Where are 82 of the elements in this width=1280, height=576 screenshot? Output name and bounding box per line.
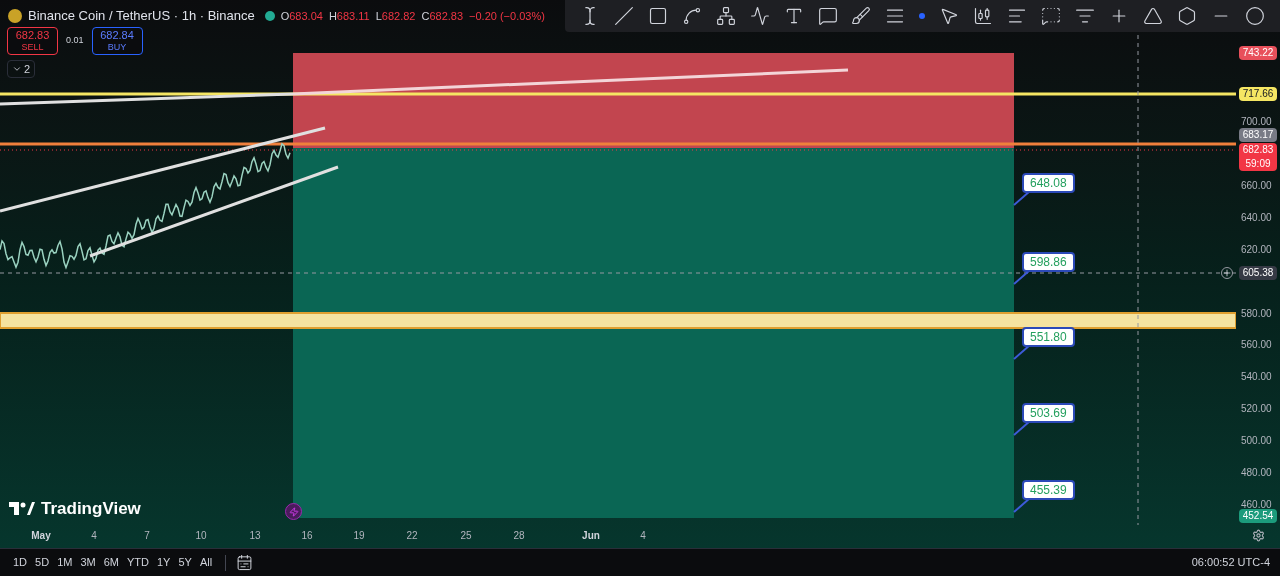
spread-value: 0.01 [66,34,84,48]
leader-line [1013,269,1031,285]
price-badge: 717.66 [1239,87,1277,101]
range-button[interactable]: All [196,554,216,571]
leader-line [1013,497,1031,513]
time-tick: 22 [405,529,419,543]
ohlc-label: L [375,8,382,24]
ohlc-label: C [421,8,430,24]
time-tick: 28 [512,529,526,543]
coin-logo-icon [8,8,22,23]
line-icon[interactable] [613,6,634,26]
date-range-icon[interactable] [236,554,254,571]
collapse-button[interactable]: 2 [7,60,36,78]
candlestick-icon[interactable] [973,6,994,26]
price-change: −0.20 (−0.03%) [469,8,545,24]
sell-button[interactable]: 682.83 SELL [7,27,58,55]
time-tick: 4 [90,529,98,543]
price-tick: 620.00 [1241,242,1272,257]
curve-icon[interactable] [681,6,702,26]
price-tick: 640.00 [1241,210,1272,225]
leader-line [1013,420,1031,436]
price-callout: 648.08 [1022,173,1075,193]
callout-icon[interactable] [1041,6,1062,26]
cursor-icon[interactable] [939,6,960,26]
time-tick: 7 [143,529,151,543]
price-callout: 551.80 [1022,327,1075,347]
price-badge: 452.54 [1239,509,1277,523]
time-tick: Jun [581,529,601,543]
price-tick: 480.00 [1241,466,1272,481]
time-tick: May [31,529,51,543]
price-tick: 560.00 [1241,338,1272,353]
price-tick: 540.00 [1241,370,1272,385]
hexagon-icon[interactable] [1176,6,1197,26]
price-badge: 605.38 [1239,266,1277,280]
price-callout: 598.86 [1022,252,1075,272]
ohlc-value: 682.82 [381,8,416,24]
logo-mark-icon [9,502,35,516]
leader-line [1013,190,1031,206]
buy-button[interactable]: 682.84 BUY [91,27,143,55]
price-tick: 580.00 [1241,306,1272,321]
ohlc-label: H [328,8,337,24]
range-button[interactable]: 5Y [175,554,195,571]
price-badge: 683.17 [1239,128,1277,142]
price-badge: 682.83 59:09 [1239,143,1277,171]
clock[interactable]: 06:00:52 UTC-4 [1191,554,1270,571]
add-alert-icon[interactable] [1221,267,1233,279]
price-tick: 520.00 [1241,402,1272,417]
range-button[interactable]: YTD [123,554,152,571]
ohlc-value: 683.04 [289,8,323,24]
time-tick: 4 [639,529,647,543]
price-tick: 660.00 [1241,178,1272,193]
time-tick: 25 [459,529,473,543]
time-tick: 19 [352,529,366,543]
chevron-down-icon [12,64,22,74]
price-callout: 503.69 [1022,403,1075,423]
wave-icon[interactable] [749,6,770,26]
time-tick: 16 [300,529,314,543]
ohlc-label: O [280,8,290,24]
range-button[interactable]: 5D [32,554,53,571]
range-button[interactable]: 3M [77,554,99,571]
comment-icon[interactable] [817,6,838,26]
range-button[interactable]: 6M [100,554,122,571]
range-button[interactable]: 1D [10,554,31,571]
circle-icon[interactable] [1244,6,1265,26]
time-tick: 10 [194,529,208,543]
range-button[interactable]: 1Y [153,554,174,571]
symbol-title[interactable]: Binance Coin / TetherUS · 1h · Binance [28,6,255,26]
time-tick: 13 [248,529,262,543]
ohlc-value: 682.83 [429,8,464,24]
ohlc-value: 683.11 [336,8,370,24]
brush-icon[interactable] [851,6,872,26]
triangle-icon[interactable] [1142,6,1163,26]
price-tick: 700.00 [1241,115,1272,129]
range-button[interactable]: 1M [54,554,76,571]
leader-line [1013,344,1031,360]
price-tick: 460.00 [1241,498,1272,511]
price-tick: 500.00 [1241,434,1272,449]
price-badge: 743.22 [1239,46,1277,60]
settings-icon[interactable] [1252,529,1265,542]
tradingview-logo[interactable]: TradingView [9,496,141,522]
price-callout: 455.39 [1022,480,1075,500]
square-icon[interactable] [647,6,668,26]
